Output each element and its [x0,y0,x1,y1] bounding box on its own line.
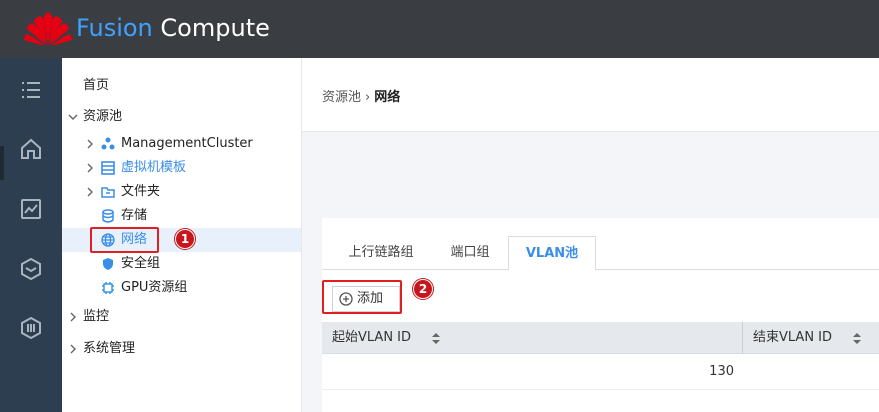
chevron-down-icon[interactable] [68,112,78,122]
layers-icon[interactable] [19,257,43,281]
icon-rail [0,58,62,412]
chevron-right-icon[interactable] [85,187,95,197]
folder-icon [101,187,115,198]
breadcrumb-parent[interactable]: 资源池 [322,90,361,105]
nav-item-label: 首页 [83,78,110,93]
database-icon [102,209,114,223]
brand-compute: Compute [160,14,270,42]
nav-tree: 首页 资源池 ManagementCluster 虚拟机模板 文件夹 存储 网络… [62,58,302,412]
nav-item-label: 系统管理 [83,341,136,356]
cluster-icon [101,137,115,150]
monitor-chart-icon[interactable] [19,197,43,221]
breadcrumb: 资源池 › 网络 [322,86,400,105]
sort-icon[interactable] [853,333,861,344]
chevron-right-icon[interactable] [85,139,95,149]
network-panel: 上行链路组 端口组 VLAN池 添加 起始VLAN ID 结束VLAN ID 1… [322,218,879,412]
nav-item-home[interactable]: 首页 [62,74,301,98]
annotation-highlight-add [322,280,402,314]
nav-item-label: 资源池 [83,109,123,124]
nav-item-label: 文件夹 [121,184,161,199]
top-header: Fusion Compute [0,0,879,58]
nav-item-system-mgmt[interactable]: 系统管理 [62,337,301,361]
nav-item-storage[interactable]: 存储 [62,204,301,228]
list-icon[interactable] [19,78,43,102]
nav-item-label: 虚拟机模板 [121,160,187,175]
annotation-step-badge: 2 [413,279,433,299]
app-title: Fusion Compute [76,12,270,44]
nav-item-folder[interactable]: 文件夹 [62,180,301,204]
tab-uplink-group[interactable]: 上行链路组 [330,236,432,270]
column-divider[interactable] [742,322,743,354]
table-header: 起始VLAN ID 结束VLAN ID [322,322,879,354]
tab-bar: 上行链路组 端口组 VLAN池 [322,236,879,271]
nav-item-resource-pool[interactable]: 资源池 [62,105,301,129]
nav-item-security-group[interactable]: 安全组 [62,252,301,276]
cell-start-vlan: 130 [709,364,734,379]
nav-item-label: ManagementCluster [121,136,253,151]
nav-item-monitor[interactable]: 监控 [62,305,301,329]
cell-end-vlan [753,354,873,390]
sort-icon[interactable] [432,333,440,344]
hexagon-icon[interactable] [19,316,43,340]
chevron-right-icon[interactable] [85,163,95,173]
nav-item-vm-template[interactable]: 虚拟机模板 [62,156,301,180]
nav-item-label: 存储 [121,208,148,223]
template-icon [101,161,115,175]
nav-item-management-cluster[interactable]: ManagementCluster [62,132,301,156]
annotation-highlight-network [90,227,159,253]
breadcrumb-current: 网络 [374,90,401,105]
home-icon[interactable] [19,137,43,161]
column-header-end-vlan[interactable]: 结束VLAN ID [753,322,832,354]
nav-item-label: 监控 [83,309,110,324]
nav-item-gpu-group[interactable]: GPU资源组 [62,276,301,300]
tab-port-group[interactable]: 端口组 [432,236,508,270]
annotation-step-badge: 1 [175,229,195,249]
breadcrumb-separator: › [365,90,371,105]
app-window: Fusion Compute 首页 资源池 ManagementCluster … [0,0,879,412]
brand-fusion: Fusion [76,14,153,42]
huawei-logo-icon [24,12,72,46]
rail-active-indicator [0,146,4,180]
tab-vlan-pool[interactable]: VLAN池 [508,236,596,271]
chevron-right-icon[interactable] [68,312,78,322]
nav-item-label: 安全组 [121,256,161,271]
table-row[interactable]: 130 [322,354,879,390]
column-header-start-vlan[interactable]: 起始VLAN ID [332,322,411,354]
shield-icon [103,258,113,270]
main-content: 资源池 › 网络 上行链路组 端口组 VLAN池 添加 起始VLAN ID 结束VL… [302,58,879,412]
chevron-right-icon[interactable] [68,344,78,354]
breadcrumb-bar: 资源池 › 网络 [302,58,879,132]
nav-item-label: GPU资源组 [121,280,188,295]
gpu-chip-icon [102,282,114,294]
